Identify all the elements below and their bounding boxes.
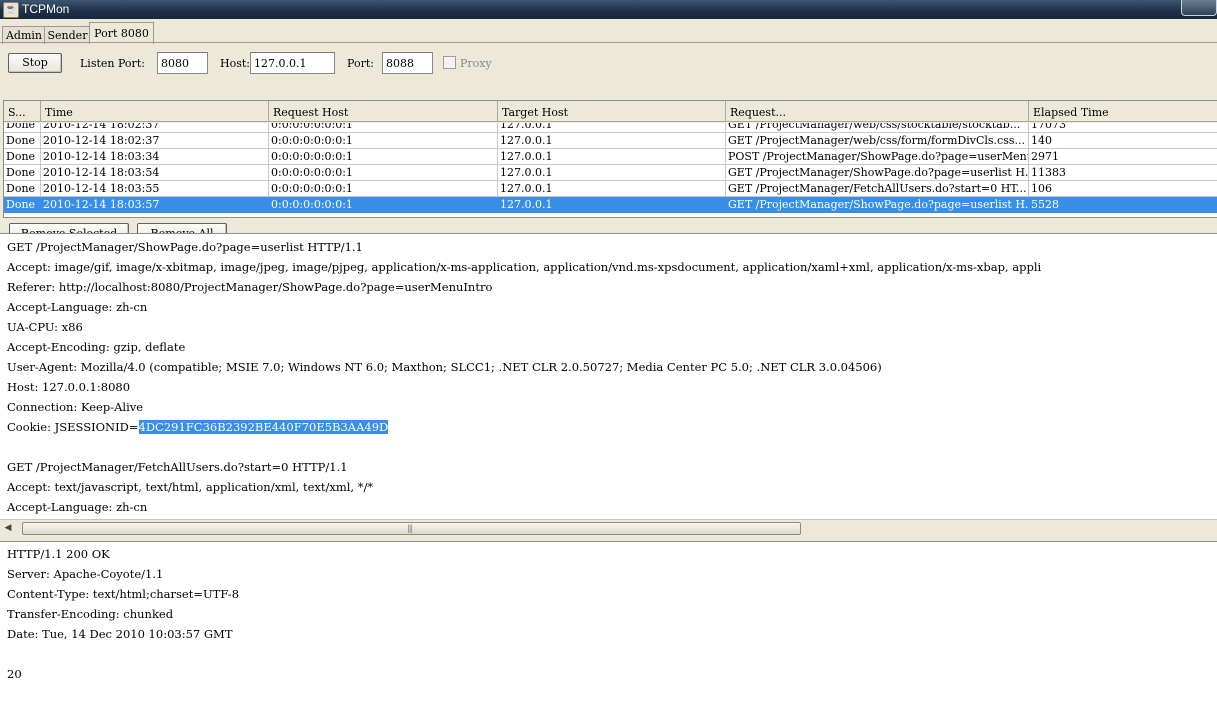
cell-state: Done	[4, 123, 41, 133]
cookie-prefix: Cookie: JSESSIONID=	[7, 420, 139, 434]
listen-port-label: Listen Port:	[80, 57, 145, 70]
cell-request-host: 0:0:0:0:0:0:0:1	[269, 149, 498, 165]
proxy-checkbox[interactable]	[443, 56, 456, 69]
cell-request: POST /ProjectManager/ShowPage.do?page=us…	[726, 149, 1029, 165]
cell-request: GET /ProjectManager/FetchAllUsers.do?sta…	[726, 181, 1029, 197]
column-header-request[interactable]: Request...	[726, 101, 1029, 122]
request-line: Accept: text/javascript, text/html, appl…	[7, 480, 374, 494]
cell-elapsed: 11383	[1029, 165, 1217, 181]
window-title: TCPMon	[22, 2, 70, 16]
cell-target-host: 127.0.0.1	[498, 133, 726, 149]
column-header-request-host[interactable]: Request Host	[269, 101, 498, 122]
request-line: GET /ProjectManager/FetchAllUsers.do?sta…	[7, 460, 348, 474]
stop-button[interactable]: Stop	[8, 53, 62, 73]
host-label: Host:	[220, 57, 250, 70]
table-body: Done 2010-12-14 18:02:37 0:0:0:0:0:0:0:1…	[4, 123, 1217, 217]
cell-time: 2010-12-14 18:02:37	[41, 133, 269, 149]
scroll-left-icon[interactable]: ◀	[2, 522, 14, 534]
column-header-state[interactable]: S...	[4, 101, 41, 122]
table-row[interactable]: Done 2010-12-14 18:02:37 0:0:0:0:0:0:0:1…	[4, 133, 1217, 149]
cell-request-host: 0:0:0:0:0:0:0:1	[269, 123, 498, 133]
proxy-label: Proxy	[460, 57, 492, 70]
cell-state: Done	[4, 165, 41, 181]
close-window-button[interactable]	[1181, 0, 1217, 16]
grip-icon: |||	[407, 524, 413, 533]
request-line: Accept-Language: zh-cn	[7, 300, 148, 314]
cell-request-host: 0:0:0:0:0:0:0:1	[269, 133, 498, 149]
table-row[interactable]: Done 2010-12-14 18:02:37 0:0:0:0:0:0:0:1…	[4, 123, 1217, 133]
cell-time: 2010-12-14 18:03:55	[41, 181, 269, 197]
response-line: Date: Tue, 14 Dec 2010 10:03:57 GMT	[7, 627, 233, 641]
cell-request-host: 0:0:0:0:0:0:0:1	[269, 197, 498, 213]
request-horizontal-scrollbar[interactable]: ◀ |||	[0, 519, 1217, 536]
cell-time: 2010-12-14 18:03:57	[41, 197, 269, 213]
cell-target-host: 127.0.0.1	[498, 181, 726, 197]
cell-time: 2010-12-14 18:03:34	[41, 149, 269, 165]
cell-request: GET /ProjectManager/ShowPage.do?page=use…	[726, 165, 1029, 181]
cell-elapsed: 140	[1029, 133, 1217, 149]
request-line: UA-CPU: x86	[7, 320, 83, 334]
table-row[interactable]: Done 2010-12-14 18:03:55 0:0:0:0:0:0:0:1…	[4, 181, 1217, 197]
request-pane[interactable]: GET /ProjectManager/ShowPage.do?page=use…	[0, 233, 1217, 522]
cell-state: Done	[4, 133, 41, 149]
request-line: Connection: Keep-Alive	[7, 400, 144, 414]
cell-state: Done	[4, 149, 41, 165]
request-line: Accept-Language: zh-cn	[7, 500, 148, 514]
cookie-session-id-selected[interactable]: 4DC291FC36B2392BE440F70E5B3AA49D	[138, 420, 389, 434]
request-line: Host: 127.0.0.1:8080	[7, 380, 131, 394]
request-line: Accept-Encoding: gzip, deflate	[7, 340, 186, 354]
cell-target-host: 127.0.0.1	[498, 165, 726, 181]
response-line: Content-Type: text/html;charset=UTF-8	[7, 587, 240, 601]
cell-state: Done	[4, 197, 41, 213]
response-line: Transfer-Encoding: chunked	[7, 607, 174, 621]
java-cup-icon: ☕	[3, 2, 19, 18]
port-label: Port:	[347, 57, 374, 70]
connections-table: S... Time Request Host Target Host Reque…	[3, 100, 1217, 218]
listen-port-input[interactable]	[157, 52, 208, 74]
response-line: Server: Apache-Coyote/1.1	[7, 567, 164, 581]
request-line: Accept: image/gif, image/x-xbitmap, imag…	[7, 260, 1042, 274]
request-line: User-Agent: Mozilla/4.0 (compatible; MSI…	[7, 360, 882, 374]
table-row[interactable]: Done 2010-12-14 18:03:34 0:0:0:0:0:0:0:1…	[4, 149, 1217, 165]
table-row[interactable]: Done 2010-12-14 18:03:54 0:0:0:0:0:0:0:1…	[4, 165, 1217, 181]
cell-time: 2010-12-14 18:02:37	[41, 123, 269, 133]
request-line: Referer: http://localhost:8080/ProjectMa…	[7, 280, 493, 294]
cell-time: 2010-12-14 18:03:54	[41, 165, 269, 181]
cell-request: GET /ProjectManager/ShowPage.do?page=use…	[726, 197, 1029, 213]
column-header-elapsed-time[interactable]: Elapsed Time	[1029, 101, 1217, 122]
cell-elapsed: 2971	[1029, 149, 1217, 165]
cell-target-host: 127.0.0.1	[498, 197, 726, 213]
cell-request: GET /ProjectManager/web/css/form/formDiv…	[726, 133, 1029, 149]
cell-state: Done	[4, 181, 41, 197]
port-input[interactable]	[382, 52, 433, 74]
cell-elapsed: 106	[1029, 181, 1217, 197]
cell-request: GET /ProjectManager/web/css/stocktable/s…	[726, 123, 1029, 133]
column-header-time[interactable]: Time	[41, 101, 269, 122]
response-pane[interactable]: HTTP/1.1 200 OK Server: Apache-Coyote/1.…	[0, 541, 1217, 712]
response-line: 20	[7, 667, 22, 681]
cell-target-host: 127.0.0.1	[498, 149, 726, 165]
column-header-target-host[interactable]: Target Host	[498, 101, 726, 122]
cookie-line: Cookie: JSESSIONID=4DC291FC36B2392BE440F…	[7, 417, 389, 437]
title-bar[interactable]: ☕ TCPMon	[0, 0, 1217, 19]
response-line: HTTP/1.1 200 OK	[7, 547, 110, 561]
tab-port-8080[interactable]: Port 8080	[89, 22, 154, 44]
cell-request-host: 0:0:0:0:0:0:0:1	[269, 165, 498, 181]
table-row-selected[interactable]: Done 2010-12-14 18:03:57 0:0:0:0:0:0:0:1…	[4, 197, 1217, 213]
cell-elapsed: 17073	[1029, 123, 1217, 133]
table-header: S... Time Request Host Target Host Reque…	[4, 101, 1217, 123]
cell-request-host: 0:0:0:0:0:0:0:1	[269, 181, 498, 197]
app-window: Admin Sender Port 8080 Stop Listen Port:…	[0, 19, 1217, 712]
request-line: GET /ProjectManager/ShowPage.do?page=use…	[7, 240, 363, 254]
cell-elapsed: 5528	[1029, 197, 1217, 213]
cell-target-host: 127.0.0.1	[498, 123, 726, 133]
scrollbar-thumb[interactable]: |||	[22, 522, 801, 535]
host-input[interactable]	[250, 52, 335, 74]
